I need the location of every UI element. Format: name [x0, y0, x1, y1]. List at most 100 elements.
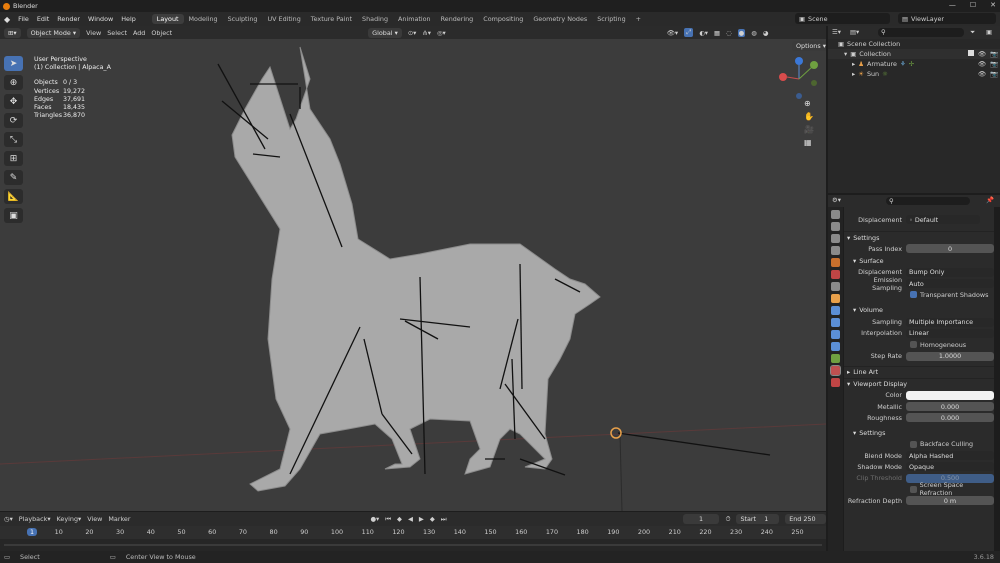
eye-icon[interactable]: 👁: [978, 70, 986, 78]
options-dropdown[interactable]: Options ▾: [792, 41, 826, 51]
tool-tab-icon[interactable]: [831, 210, 840, 219]
tab-compositing[interactable]: Compositing: [478, 14, 528, 24]
outliner-row[interactable]: ▣ Scene Collection: [828, 39, 1000, 49]
scale-tool-icon[interactable]: ⤡: [4, 132, 23, 147]
play-icon[interactable]: ▶: [419, 515, 424, 523]
outliner-editor-icon[interactable]: ☰▾: [832, 28, 841, 36]
section-line-art[interactable]: ▸ Line Art: [844, 365, 994, 378]
properties-editor-icon[interactable]: ⚙▾: [832, 196, 841, 204]
collection-tab-icon[interactable]: [831, 282, 840, 291]
visibility-icon[interactable]: 👁▾: [667, 29, 678, 37]
section-settings[interactable]: ▾ Settings: [844, 231, 994, 243]
texture-tab-icon[interactable]: [831, 378, 840, 387]
menu-file[interactable]: File: [18, 15, 29, 23]
render-tab-icon[interactable]: [831, 222, 840, 231]
subsection-surface[interactable]: ▾ Surface: [844, 255, 994, 267]
outliner-row[interactable]: ▾ ▣ Collection 👁 📷: [828, 49, 1000, 59]
x-axis-icon[interactable]: [779, 73, 787, 81]
eye-icon[interactable]: 👁: [978, 60, 986, 68]
outliner-mode-icon[interactable]: ▤▾: [850, 28, 859, 36]
menu-edit[interactable]: Edit: [37, 15, 49, 23]
scene-selector[interactable]: ▣ Scene: [795, 13, 890, 24]
proportional-icon[interactable]: ◎▾: [437, 29, 446, 37]
3d-viewport[interactable]: ⊕ ✋ 🎥 ▦ Options ▾: [0, 39, 826, 511]
start-frame-field[interactable]: Start 1: [736, 514, 780, 524]
pan-icon[interactable]: ✋: [804, 112, 814, 121]
timeline-editor-icon[interactable]: ◷▾: [4, 515, 13, 523]
timeline-ruler[interactable]: 1 10 20 30 40 50 60 70 80 90 100 110 120 130 140 150 160…: [0, 526, 826, 539]
refraction-depth-field[interactable]: 0 m: [906, 496, 994, 506]
shading-wireframe-icon[interactable]: ◌: [726, 29, 732, 37]
minimize-icon[interactable]: —: [949, 1, 956, 9]
outliner-row[interactable]: ▸ ♟ Armature ⚘ ✢ 👁 📷: [828, 59, 1000, 69]
emission-dropdown[interactable]: Auto: [906, 279, 994, 289]
outliner-search-input[interactable]: ⚲: [878, 28, 964, 37]
sampling-dropdown[interactable]: Multiple Importance: [906, 317, 994, 327]
view-layer-tab-icon[interactable]: [831, 246, 840, 255]
menu-keying[interactable]: Keying▾: [57, 515, 82, 523]
menu-help[interactable]: Help: [121, 15, 136, 23]
ortho-toggle-icon[interactable]: ▦: [804, 138, 814, 147]
step-rate-field[interactable]: 1.0000: [906, 351, 994, 361]
eye-icon[interactable]: 👁: [978, 50, 986, 58]
outliner-row[interactable]: ▸ ☀ Sun ☼ 👁 📷: [828, 69, 1000, 79]
timeline-track[interactable]: [0, 539, 826, 551]
filter-icon[interactable]: ⏷: [970, 28, 975, 37]
blend-mode-dropdown[interactable]: Alpha Hashed: [906, 451, 994, 460]
transparent-shadows-checkbox[interactable]: [910, 291, 917, 299]
menu-object[interactable]: Object: [151, 29, 172, 37]
constraints-tab-icon[interactable]: [831, 342, 840, 351]
overlay-toggle-icon[interactable]: ◐▾: [699, 29, 708, 37]
menu-select[interactable]: Select: [107, 29, 127, 37]
tab-shading[interactable]: Shading: [357, 14, 393, 24]
expand-icon[interactable]: ▸: [852, 60, 855, 68]
y-axis-icon[interactable]: [810, 61, 818, 69]
menu-add[interactable]: Add: [133, 29, 145, 37]
pass-index-field[interactable]: 0: [906, 244, 994, 254]
metallic-field[interactable]: 0.000: [906, 402, 994, 412]
homogeneous-checkbox[interactable]: [910, 341, 917, 349]
menu-view-timeline[interactable]: View: [87, 515, 102, 523]
rotate-tool-icon[interactable]: ⟳: [4, 113, 23, 128]
transform-orientation-dropdown[interactable]: Global ▾: [368, 27, 402, 38]
menu-render[interactable]: Render: [57, 15, 80, 23]
camera-view-icon[interactable]: 🎥: [804, 125, 814, 134]
snap-icon[interactable]: ⋔▾: [422, 29, 431, 37]
play-reverse-icon[interactable]: ◀: [408, 515, 413, 523]
tab-scripting[interactable]: Scripting: [592, 14, 630, 24]
ssr-checkbox[interactable]: [910, 485, 917, 493]
subsection-volume[interactable]: ▾ Volume: [844, 304, 994, 316]
physics-tab-icon[interactable]: [831, 330, 840, 339]
data-tab-icon[interactable]: [831, 354, 840, 363]
cursor-tool-icon[interactable]: ⊕: [4, 75, 23, 90]
jump-end-icon[interactable]: ⏭: [441, 515, 447, 524]
add-cube-tool-icon[interactable]: ▣: [4, 208, 23, 223]
pin-icon[interactable]: 📌: [986, 196, 994, 204]
displacement-dropdown[interactable]: Bump Only: [906, 267, 994, 277]
jump-start-icon[interactable]: ⏮: [385, 515, 391, 524]
measure-tool-icon[interactable]: 📐: [4, 189, 23, 204]
output-tab-icon[interactable]: [831, 234, 840, 243]
modifier-tab-icon[interactable]: [831, 306, 840, 315]
color-swatch[interactable]: [906, 390, 994, 400]
end-frame-field[interactable]: End 250: [785, 514, 826, 524]
tab-modeling[interactable]: Modeling: [184, 14, 223, 24]
tab-rendering[interactable]: Rendering: [436, 14, 479, 24]
shading-solid-icon[interactable]: ●: [737, 28, 746, 37]
camera-icon[interactable]: 📷: [990, 50, 998, 58]
gizmo-toggle-icon[interactable]: ⤢: [684, 28, 694, 37]
shading-rendered-icon[interactable]: ◕: [763, 29, 769, 37]
pivot-icon[interactable]: ⊙▾: [408, 29, 417, 37]
transform-tool-icon[interactable]: ⊞: [4, 151, 23, 166]
world-tab-icon[interactable]: [831, 270, 840, 279]
add-workspace-icon[interactable]: +: [631, 14, 646, 24]
material-tab-icon[interactable]: [830, 365, 841, 376]
expand-icon[interactable]: ▸: [852, 70, 855, 78]
section-viewport-display[interactable]: ▾ Viewport Display: [844, 377, 994, 390]
particles-tab-icon[interactable]: [831, 318, 840, 327]
prev-key-icon[interactable]: ◆: [397, 515, 402, 523]
record-icon[interactable]: ●▾: [370, 515, 379, 523]
select-tool-icon[interactable]: ➤: [4, 56, 23, 71]
menu-marker[interactable]: Marker: [108, 515, 130, 523]
blender-menu-icon[interactable]: ◆: [4, 15, 10, 24]
